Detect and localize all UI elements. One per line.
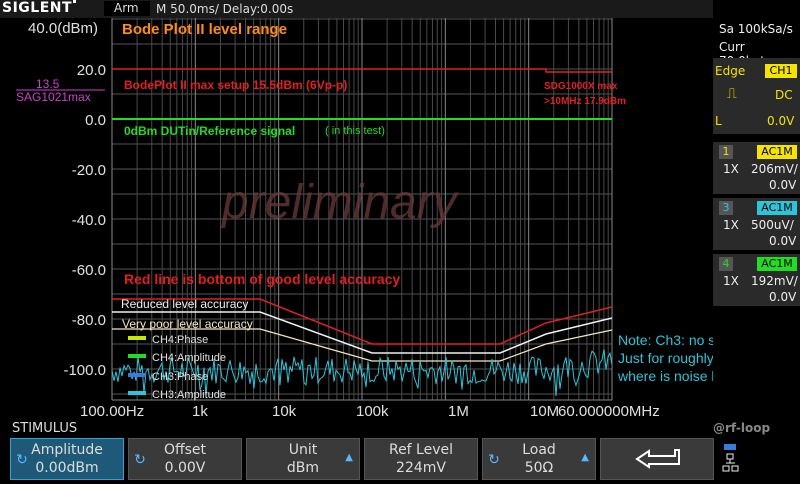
softkey-value: dBm <box>286 460 320 476</box>
right-info-panel: Sa 100kSa/s Curr 70.0kpts Edge CH1 ⎍ DC … <box>713 18 800 422</box>
legend-ch4-phase: CH4:Phase <box>152 334 208 346</box>
author-watermark: @rf-loop <box>713 421 771 435</box>
trigger-level-label: L <box>715 114 722 128</box>
y-tick-label: -40.0 <box>72 212 106 229</box>
channel-4-panel[interactable]: 4 AC1M 1X 192mV/ 0.0V <box>713 254 800 306</box>
trigger-state-indicator: Arm <box>104 1 150 16</box>
reference-0dbm-note: ( in this test) <box>325 125 385 137</box>
softkey-value: 0.00V <box>164 460 206 476</box>
x-tick-label: 10k <box>272 403 297 420</box>
channel-probe: 1X <box>723 162 739 176</box>
network-icon <box>722 444 739 472</box>
legend-ch3-phase: CH3:Phase <box>152 371 208 383</box>
channel-3-panel[interactable]: 3 AC1M 1X 500uV/ 0.0V <box>713 198 800 250</box>
ref-level-softkey[interactable]: Ref Level 224mV <box>364 438 478 480</box>
y-tick-label: -100.0 <box>63 362 106 379</box>
channel-offset: 0.0V <box>769 234 797 248</box>
max-setup-annotation: BodePlot II max setup 15.5dBm (6Vp-p) <box>124 78 347 92</box>
channel-scale: 206mV/ <box>751 162 798 176</box>
trigger-mode: Edge <box>715 64 746 78</box>
y-tick-label: -80.0 <box>72 312 106 329</box>
sample-rate-readout: Sa 100kSa/s <box>719 22 793 36</box>
load-softkey[interactable]: ↻ ▲ Load 50Ω <box>482 438 596 480</box>
back-softkey[interactable] <box>600 438 714 480</box>
sdg-max-annotation-line1: SDG1000X max <box>544 81 618 92</box>
y-tick-label: -20.0 <box>72 162 106 179</box>
channel-offset: 0.0V <box>769 178 797 192</box>
menu-title: STIMULUS <box>12 421 78 436</box>
plot-title: Bode Plot II level range <box>122 21 287 38</box>
channel-probe: 1X <box>723 274 739 288</box>
channel-number: 4 <box>719 257 733 271</box>
amplitude-softkey[interactable]: ↻ Amplitude 0.00dBm <box>10 438 124 480</box>
trigger-level-value: 0.0V <box>767 114 795 128</box>
softkey-label: Unit <box>288 442 318 458</box>
sag-max-label: SAG1021max <box>16 90 91 104</box>
bode-plot-svg: 40.0(dBm) 20.0 0.0 -20.0 -40.0 -60.0 -80… <box>16 18 751 420</box>
sdg-max-annotation-line2: >10MHz 17.9dBm <box>544 96 626 107</box>
bode-plot-area[interactable]: 40.0(dBm) 20.0 0.0 -20.0 -40.0 -60.0 -80… <box>0 18 751 422</box>
y-axis-unit-label: 40.0(dBm) <box>28 20 98 37</box>
channel-scale: 500uV/ <box>751 218 794 232</box>
softkey-label: Offset <box>163 442 207 458</box>
softkey-label: Amplitude <box>31 442 103 458</box>
channel-scale: 192mV/ <box>751 274 798 288</box>
red-line-annotation: Red line is bottom of good level accurac… <box>124 271 400 287</box>
channel-number: 3 <box>719 201 733 215</box>
softkey-label: Ref Level <box>388 442 454 458</box>
channel-coupling-badge: AC1M <box>757 201 797 215</box>
x-tick-label: 100.00Hz <box>80 403 144 420</box>
softkey-label: Load <box>522 442 556 458</box>
preliminary-watermark: preliminary <box>220 176 460 229</box>
channel-offset: 0.0V <box>769 290 797 304</box>
return-arrow-icon <box>635 449 680 469</box>
x-tick-label: 1M <box>448 403 469 420</box>
trigger-panel[interactable]: Edge CH1 ⎍ DC L 0.0V <box>713 58 800 134</box>
legend-ch4-amplitude: CH4:Amplitude <box>152 352 226 364</box>
trigger-coupling: DC <box>775 88 793 102</box>
x-tick-label: 100k <box>356 403 389 420</box>
brand-logo: SIGLENT <box>2 0 77 16</box>
softkey-value: 50Ω <box>524 460 554 476</box>
x-tick-label: 60.000000MHz <box>558 403 660 420</box>
y-tick-label: -60.0 <box>72 262 106 279</box>
channel-number: 1 <box>719 145 733 159</box>
channel-probe: 1X <box>723 218 739 232</box>
note-line-2: Just for roughly show <box>618 350 713 366</box>
softkey-value: 0.00dBm <box>35 460 99 476</box>
note-line-3: where is noise level <box>617 368 713 384</box>
y-tick-label: 20.0 <box>77 62 106 79</box>
x-tick-label: 1k <box>192 403 208 420</box>
reference-0dbm-annotation: 0dBm DUTin/Reference signal <box>124 124 295 138</box>
network-status-area[interactable] <box>718 440 798 480</box>
reduced-accuracy-annotation: Reduced level accuracy <box>121 297 248 311</box>
very-poor-accuracy-annotation: Very poor level accuracy <box>122 317 253 331</box>
timebase-readout: M 50.0ms/ Delay:0.00s <box>156 2 294 16</box>
channel-1-panel[interactable]: 1 AC1M 1X 206mV/ 0.0V <box>713 142 800 194</box>
y-tick-label: 0.0 <box>85 112 106 129</box>
note-line-1: Note: Ch3: no signal. <box>618 332 713 348</box>
legend-ch3-amplitude: CH3:Amplitude <box>152 389 226 401</box>
softkey-value: 224mV <box>396 460 446 476</box>
channel-coupling-badge: AC1M <box>757 145 797 159</box>
sag-max-value: 13.5 <box>36 77 60 91</box>
x-tick-label: 10M <box>530 403 559 420</box>
channel-coupling-badge: AC1M <box>757 257 797 271</box>
offset-softkey[interactable]: ↻ Offset 0.00V <box>128 438 242 480</box>
rising-edge-icon: ⎍ <box>727 86 737 102</box>
unit-softkey[interactable]: ▲ Unit dBm <box>246 438 360 480</box>
top-status-bar: SIGLENT Arm M 50.0ms/ Delay:0.00s <box>0 0 800 18</box>
trigger-source-badge: CH1 <box>765 64 797 78</box>
